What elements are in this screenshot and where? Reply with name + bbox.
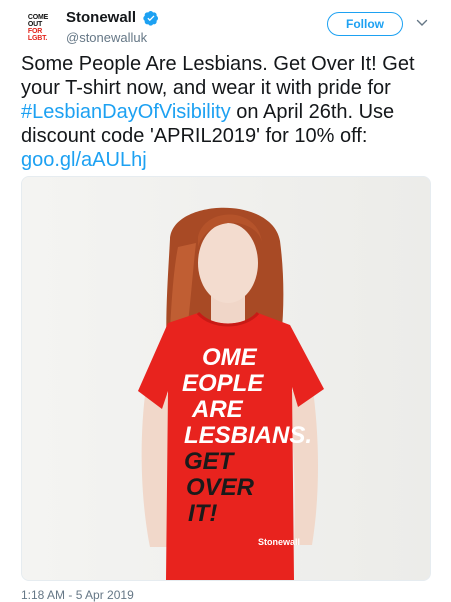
avatar[interactable]: COME OUT FOR LGBT. xyxy=(16,6,60,50)
photo-illustration: OME EOPLE ARE LESBIANS. GET OVER IT! Sto… xyxy=(22,177,430,580)
shirt-line-2: EOPLE xyxy=(182,370,264,397)
shirt-line-4: LESBIANS. xyxy=(184,422,312,449)
shirt-line-1: OME xyxy=(202,344,258,371)
shirt-line-3: ARE xyxy=(191,396,244,423)
shirt-line-5: GET xyxy=(184,448,236,475)
tweet-text-body: Some People Are Lesbians. Get Over It! G… xyxy=(21,53,415,99)
follow-button[interactable]: Follow xyxy=(327,12,403,36)
chevron-down-icon[interactable] xyxy=(416,18,428,28)
shirt-line-6: OVER xyxy=(186,474,255,501)
account-handle[interactable]: @stonewalluk xyxy=(66,30,159,45)
hashtag-link[interactable]: #LesbianDayOfVisibility xyxy=(21,101,231,123)
tweet-photo[interactable]: OME EOPLE ARE LESBIANS. GET OVER IT! Sto… xyxy=(21,176,431,581)
display-name[interactable]: Stonewall xyxy=(66,9,136,26)
tweet-text: Some People Are Lesbians. Get Over It! G… xyxy=(21,52,441,172)
verified-badge-icon xyxy=(143,10,159,26)
shirt-brand: Stonewall xyxy=(258,537,300,547)
account-name-block[interactable]: Stonewall @stonewalluk xyxy=(66,9,159,45)
tweet-card: COME OUT FOR LGBT. Stonewall @stonewallu… xyxy=(0,0,451,602)
url-link[interactable]: goo.gl/aAULhj xyxy=(21,149,147,171)
avatar-logo-text: COME OUT FOR LGBT. xyxy=(27,13,49,43)
shirt-line-7: IT! xyxy=(188,500,217,527)
